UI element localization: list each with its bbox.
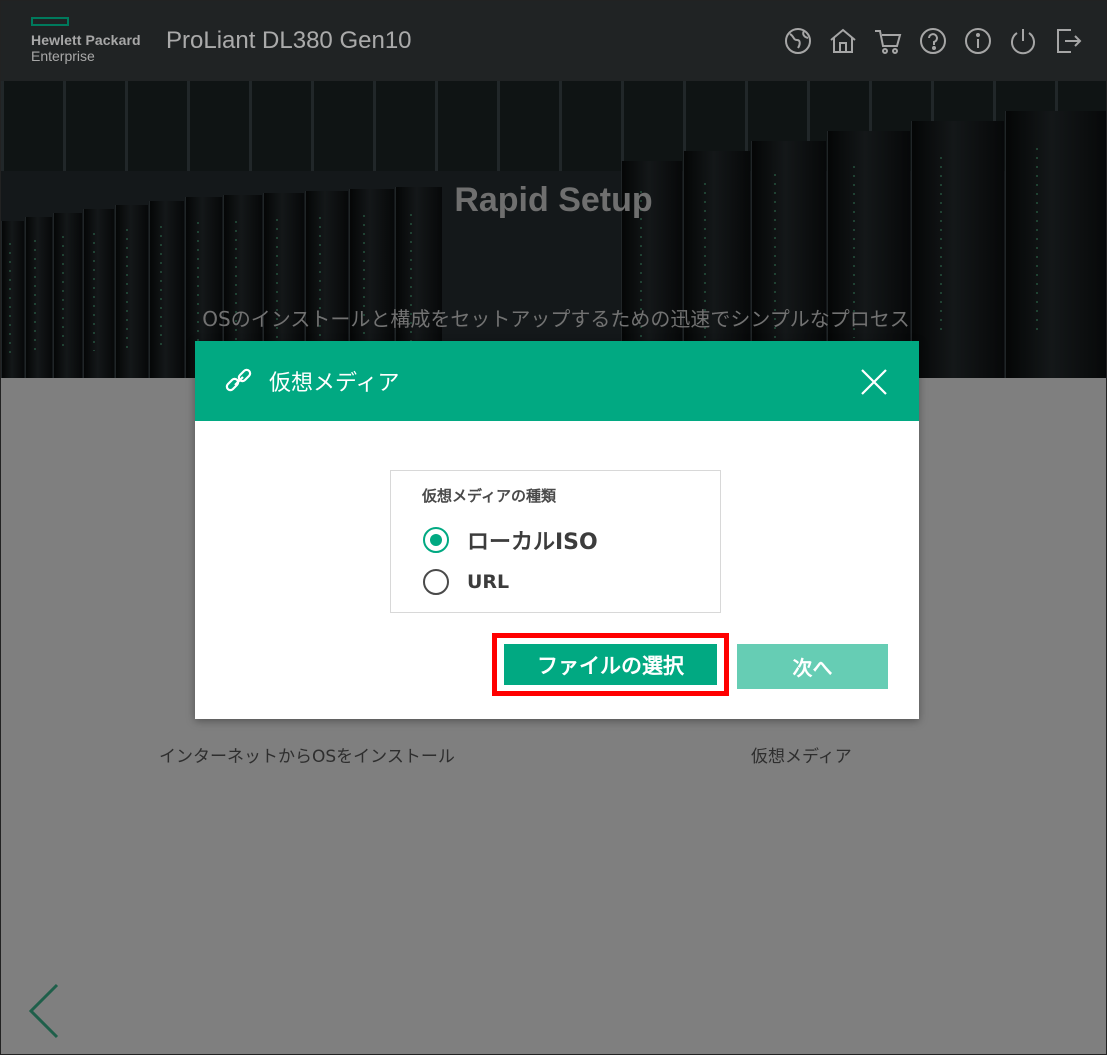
modal-backdrop xyxy=(1,1,1106,378)
back-arrow-icon[interactable] xyxy=(27,983,61,1043)
app-window: Rapid Setup OSのインストールと構成をセットアップするための迅速でシ… xyxy=(0,0,1107,1055)
radio-option-url[interactable]: URL xyxy=(423,569,509,595)
radio-button-unchecked[interactable] xyxy=(423,569,449,595)
link-icon xyxy=(223,365,255,401)
media-type-legend: 仮想メディアの種類 xyxy=(422,487,556,505)
media-type-group: 仮想メディアの種類 ローカルISO URL xyxy=(390,470,721,613)
select-file-highlight: ファイルの選択 xyxy=(492,633,729,696)
dialog-title: 仮想メディア xyxy=(269,371,400,396)
card-virtual-media-label[interactable]: 仮想メディア xyxy=(751,742,852,767)
card-internet-install-label[interactable]: インターネットからOSをインストール xyxy=(159,742,455,767)
radio-option-local-iso[interactable]: ローカルISO xyxy=(423,524,598,556)
radio-label-url: URL xyxy=(467,571,510,593)
dialog-header: 仮想メディア xyxy=(195,341,919,421)
next-button[interactable]: 次へ xyxy=(737,644,888,689)
virtual-media-dialog: 仮想メディア 仮想メディアの種類 ローカルISO URL ファイルの選択 次へ xyxy=(195,341,919,719)
radio-label-local-iso: ローカルISO xyxy=(467,530,598,555)
radio-button-checked[interactable] xyxy=(423,527,449,553)
select-file-button[interactable]: ファイルの選択 xyxy=(504,644,717,685)
close-icon[interactable] xyxy=(859,367,889,397)
